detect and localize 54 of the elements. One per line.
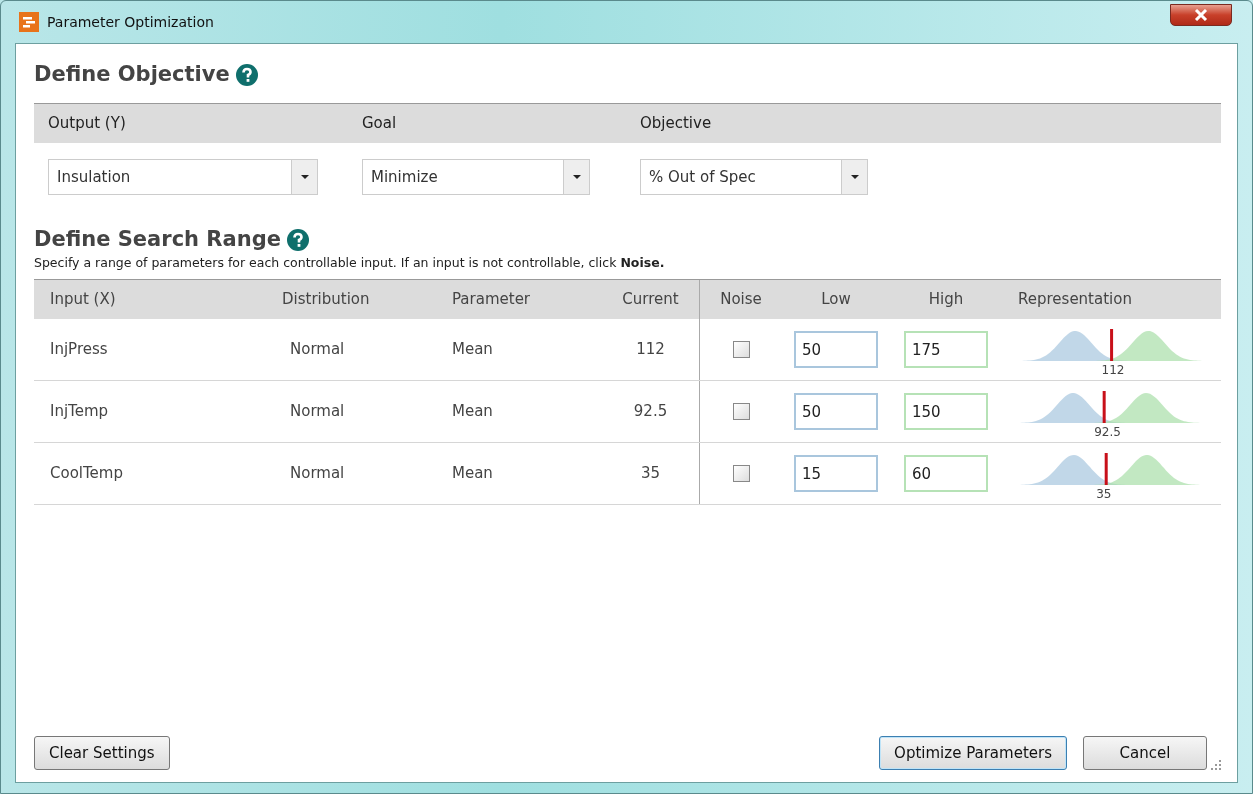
section-heading: Define Objective (34, 62, 230, 88)
table-cell-text: 35 (640, 463, 661, 485)
column-header: Low (821, 289, 851, 311)
marker-label: 92.5 (1094, 423, 1121, 441)
column-header: Current (622, 289, 679, 311)
cancel-button[interactable]: Cancel (1083, 736, 1207, 770)
table-cell-text: Normal (290, 463, 345, 485)
table-cell-text: InjPress (50, 339, 108, 361)
column-header: Distribution (282, 289, 370, 311)
table-cell-text: CoolTemp (50, 463, 123, 485)
help-icon[interactable] (286, 228, 309, 251)
table-cell-text: Mean (452, 463, 493, 485)
table-cell-text: InjTemp (50, 401, 109, 423)
table-cell-text: Normal (290, 401, 345, 423)
help-icon[interactable] (235, 63, 258, 86)
close-icon (1194, 9, 1208, 21)
optimize-parameters-button[interactable]: Optimize Parameters (879, 736, 1067, 770)
app-icon (19, 12, 39, 32)
marker-label: 35 (1096, 485, 1112, 503)
noise-checkbox[interactable] (732, 465, 750, 483)
dropdown[interactable]: % Out of Spec (640, 159, 868, 196)
column-header: Goal (362, 114, 397, 133)
resize-grip-icon[interactable] (1211, 760, 1221, 770)
close-button[interactable] (1170, 4, 1232, 26)
column-header: Noise (720, 289, 762, 311)
dropdown[interactable]: Insulation (48, 159, 318, 196)
dropdown[interactable]: Minimize (362, 159, 590, 196)
column-header: Objective (640, 114, 712, 133)
window-title: Parameter Optimization (47, 12, 214, 32)
column-header: Parameter (452, 289, 531, 311)
table-cell-text: Mean (452, 401, 493, 423)
low-input-field[interactable]: 50 (794, 331, 878, 369)
high-input-field[interactable]: 175 (904, 331, 988, 369)
low-input-field[interactable]: 50 (794, 393, 878, 431)
table-cell-text: Mean (452, 339, 493, 361)
caret-icon (300, 175, 309, 180)
column-header: High (928, 289, 964, 311)
column-header: Representation (1018, 289, 1132, 311)
low-input-field[interactable]: 15 (794, 455, 878, 493)
column-header: Output (Y) (48, 114, 126, 133)
instruction-text: Specify a range of parameters for each controllable input. If an input is not controllable, click Noise. (34, 254, 666, 273)
high-input-field[interactable]: 150 (904, 393, 988, 431)
table-cell-text: Normal (290, 339, 345, 361)
caret-icon (850, 175, 859, 180)
noise-checkbox[interactable] (732, 341, 750, 359)
marker-label: 112 (1101, 361, 1125, 379)
section-heading: Define Search Range (34, 227, 281, 253)
noise-checkbox[interactable] (732, 403, 750, 421)
high-input-field[interactable]: 60 (904, 455, 988, 493)
table-cell-text: 112 (636, 339, 665, 361)
clear-settings-button[interactable]: Clear Settings (34, 736, 170, 770)
column-header: Input (X) (50, 289, 116, 311)
caret-icon (572, 175, 581, 180)
table-cell-text: 92.5 (633, 401, 668, 423)
